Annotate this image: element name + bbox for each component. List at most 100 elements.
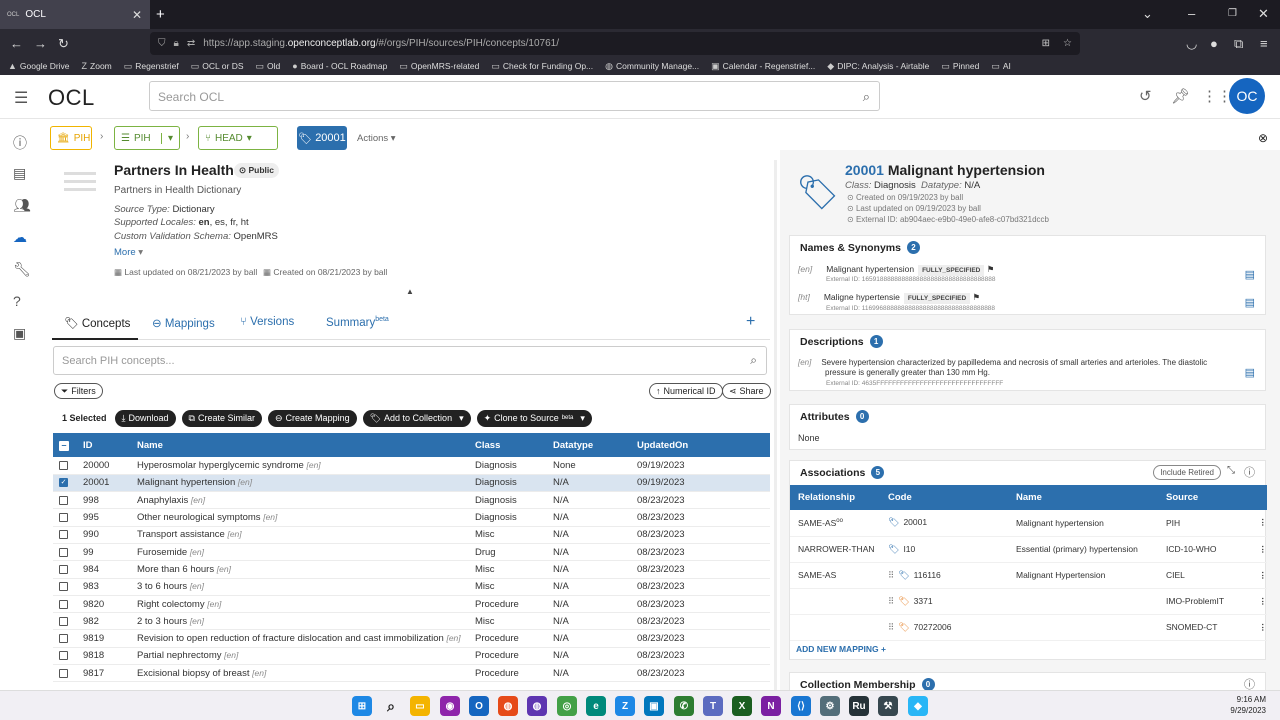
row-checkbox[interactable] bbox=[59, 547, 68, 557]
taskbar-ru-icon[interactable]: Ru bbox=[849, 696, 869, 716]
comments-icon[interactable]: ▤ bbox=[13, 165, 26, 182]
cell-code[interactable]: ⠿ 🏷︎ 70272006 bbox=[880, 614, 1008, 641]
user-avatar[interactable]: OC bbox=[1229, 78, 1265, 114]
more-options-icon[interactable]: ⋮ bbox=[1250, 562, 1267, 589]
bookmark-old[interactable]: ▭ Old bbox=[256, 61, 281, 72]
drag-handle-icon[interactable]: ⠿ bbox=[888, 570, 894, 580]
cell-name[interactable]: Revision to open reduction of fracture d… bbox=[131, 629, 469, 648]
tab-concepts[interactable]: 🏷︎ Concepts bbox=[64, 316, 130, 330]
taskbar-diamond-icon[interactable]: ◆ bbox=[908, 696, 928, 716]
app-logo[interactable]: OCL bbox=[48, 85, 95, 111]
history-icon[interactable]: ↺ bbox=[1139, 87, 1152, 105]
hamburger-menu-icon[interactable]: ☰ bbox=[14, 88, 28, 108]
browser-tab[interactable]: OCL OCL ✕ bbox=[0, 0, 150, 29]
drag-handle-icon[interactable]: ⠿ bbox=[888, 622, 894, 632]
cell-name[interactable]: 3 to 6 hours [en] bbox=[131, 578, 469, 596]
col-updated[interactable]: UpdatedOn bbox=[631, 433, 770, 457]
association-row[interactable]: ⠿ 🏷︎ 3371 IMO-ProblemIT ⋮ bbox=[790, 588, 1267, 615]
cell-code[interactable]: 🏷︎ 20001 bbox=[880, 510, 1008, 537]
info-icon[interactable]: ⓘ bbox=[13, 133, 27, 153]
reload-icon[interactable]: ↻ bbox=[58, 36, 69, 52]
excel-icon[interactable]: X bbox=[732, 696, 752, 716]
collapse-icon[interactable]: ▲ bbox=[406, 287, 414, 296]
cell-name[interactable]: More than 6 hours [en] bbox=[131, 560, 469, 579]
table-row[interactable]: 982 2 to 3 hours [en] Misc N/A 08/23/202… bbox=[53, 612, 770, 631]
bookmark-zoom[interactable]: Z Zoom bbox=[82, 61, 112, 71]
more-options-icon[interactable]: ⋮ bbox=[1250, 510, 1267, 537]
table-row[interactable]: 990 Transport assistance [en] Misc N/A 0… bbox=[53, 526, 770, 544]
table-row[interactable]: 983 3 to 6 hours [en] Misc N/A 08/23/202… bbox=[53, 578, 770, 596]
row-checkbox[interactable] bbox=[59, 564, 68, 574]
menu-icon[interactable]: ≡ bbox=[1260, 36, 1268, 51]
create-similar-button[interactable]: ⧉ Create Similar bbox=[181, 409, 262, 427]
filters-button[interactable]: ⏷ Filters bbox=[54, 383, 103, 399]
bookmark-funding[interactable]: ▭ Check for Funding Op... bbox=[491, 61, 593, 72]
row-checkbox[interactable] bbox=[59, 460, 68, 470]
bookmark-google-drive[interactable]: ▲ Google Drive bbox=[8, 61, 70, 71]
help-icon[interactable]: ? bbox=[13, 293, 21, 309]
association-row[interactable]: SAME-AS ⠿ 🏷︎ 116116 Malignant Hypertension… bbox=[790, 562, 1267, 589]
concepts-search-input[interactable]: Search PIH concepts... ⌕ bbox=[53, 346, 767, 375]
row-checkbox[interactable]: ✓ bbox=[59, 478, 68, 488]
drag-handle-icon[interactable]: ⠿ bbox=[888, 596, 894, 606]
row-checkbox[interactable] bbox=[59, 616, 68, 626]
col-id[interactable]: ID bbox=[77, 433, 131, 457]
numerical-id-button[interactable]: ↑ Numerical ID bbox=[649, 383, 723, 399]
breadcrumb-concept[interactable]: 🏷︎ 20001 bbox=[297, 126, 347, 150]
bookmark-pinned[interactable]: ▭ Pinned bbox=[941, 61, 979, 72]
url-bar[interactable]: ⛉ 🔒︎ ⇄ https://app.staging.openconceptla… bbox=[150, 32, 1080, 55]
row-checkbox[interactable] bbox=[59, 599, 68, 609]
search-icon[interactable]: ⌕ bbox=[750, 353, 757, 368]
bookmark-board-roadmap[interactable]: ● Board - OCL Roadmap bbox=[292, 61, 387, 71]
teams-icon[interactable]: T bbox=[703, 696, 723, 716]
cell-name[interactable]: Other neurological symptoms [en] bbox=[131, 508, 469, 527]
table-row[interactable]: 9819 Revision to open reduction of fract… bbox=[53, 629, 770, 648]
download-button[interactable]: ⤓ Download bbox=[114, 409, 176, 427]
association-row[interactable]: SAME-ASoo 🏷︎ 20001 Malignant hypertension… bbox=[790, 510, 1267, 537]
firefox-dev-icon[interactable]: ◍ bbox=[527, 696, 547, 716]
row-checkbox[interactable] bbox=[59, 530, 68, 540]
breadcrumb-version[interactable]: ⑂ HEAD ▾ bbox=[198, 126, 278, 150]
col-name[interactable]: Name bbox=[131, 433, 469, 457]
include-retired-toggle[interactable]: Include Retired bbox=[1153, 465, 1221, 480]
apps-grid-icon[interactable]: ⋮⋮ bbox=[1202, 87, 1232, 105]
create-mapping-button[interactable]: ⊖ Create Mapping bbox=[268, 409, 357, 427]
system-clock[interactable]: 9:16 AM 9/29/2023 bbox=[1230, 694, 1266, 716]
file-explorer-icon[interactable]: ▭ bbox=[410, 696, 430, 716]
close-tab-icon[interactable]: ✕ bbox=[132, 8, 142, 22]
cell-code[interactable]: ⠿ 🏷︎ 3371 bbox=[880, 588, 1008, 615]
cell-name[interactable]: Anaphylaxis [en] bbox=[131, 491, 469, 510]
add-new-mapping-button[interactable]: ADD NEW MAPPING + bbox=[796, 644, 886, 654]
table-row[interactable]: 99 Furosemide [en] Drug N/A 08/23/2023 bbox=[53, 543, 770, 562]
settings-icon[interactable]: ⚙ bbox=[820, 696, 840, 716]
association-row[interactable]: ⠿ 🏷︎ 70272006 SNOMED-CT ⋮ bbox=[790, 614, 1267, 641]
cell-name[interactable]: 2 to 3 hours [en] bbox=[131, 612, 469, 631]
tab-list-icon[interactable]: ⌄ bbox=[1142, 6, 1153, 22]
search-icon[interactable]: ⌕ bbox=[863, 89, 870, 105]
bookmark-ocl-or-ds[interactable]: ▭ OCL or DS bbox=[191, 61, 244, 72]
clone-to-source-button[interactable]: ✦ Clone to Source beta ▾ bbox=[476, 409, 592, 427]
cell-name[interactable]: Hyperosmolar hyperglycemic syndrome [en] bbox=[131, 457, 469, 475]
cell-name[interactable]: Right colectomy [en] bbox=[131, 595, 469, 614]
close-panel-icon[interactable]: ⊗ bbox=[1258, 131, 1268, 145]
table-row[interactable]: 984 More than 6 hours [en] Misc N/A 08/2… bbox=[53, 560, 770, 579]
edge-icon[interactable]: e bbox=[586, 696, 606, 716]
chrome-icon[interactable]: ◎ bbox=[557, 696, 577, 716]
taskbar-app-icon[interactable]: ◉ bbox=[440, 696, 460, 716]
bookmark-dipc[interactable]: ◆ DIPC: Analysis - Airtable bbox=[827, 61, 929, 72]
new-tab-icon[interactable]: + bbox=[156, 6, 165, 23]
bookmark-ai[interactable]: ▭ AI bbox=[991, 61, 1011, 72]
wrench-icon[interactable]: 🔧︎ bbox=[13, 261, 31, 278]
pocket-icon[interactable]: ◡ bbox=[1186, 36, 1197, 52]
restore-icon[interactable]: ❐ bbox=[1228, 8, 1237, 19]
onenote-icon[interactable]: N bbox=[761, 696, 781, 716]
cell-name[interactable]: Partial nephrectomy [en] bbox=[131, 647, 469, 666]
share-button[interactable]: ⋖ Share bbox=[722, 383, 771, 399]
back-icon[interactable]: ← bbox=[10, 36, 23, 51]
table-row[interactable]: 998 Anaphylaxis [en] Diagnosis N/A 08/23… bbox=[53, 491, 770, 510]
account-icon[interactable]: ● bbox=[1210, 36, 1218, 51]
info-icon[interactable]: ⓘ bbox=[1244, 464, 1255, 480]
translate-icon[interactable]: ⊞ bbox=[1042, 38, 1050, 49]
bookmark-community[interactable]: ◍ Community Manage... bbox=[605, 61, 699, 72]
col-class[interactable]: Class bbox=[469, 433, 547, 457]
